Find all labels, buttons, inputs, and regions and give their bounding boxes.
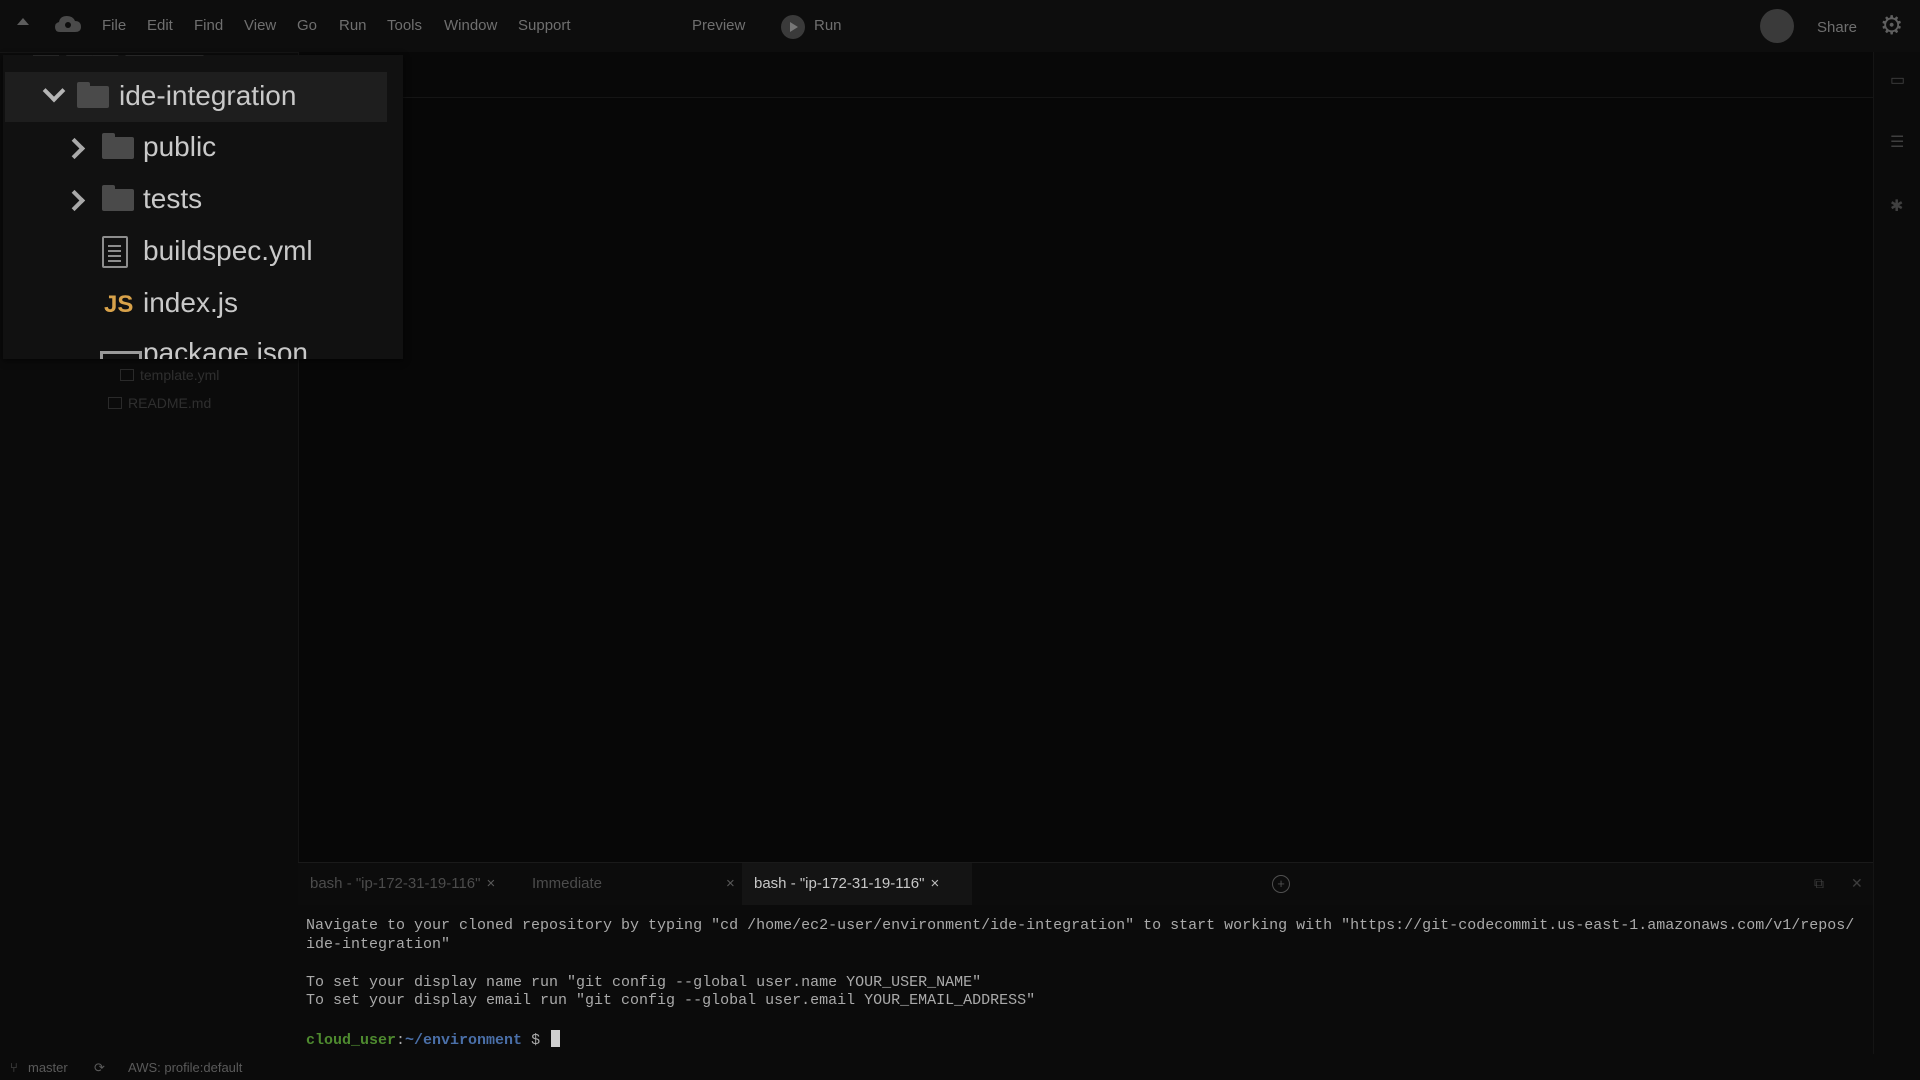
tree-file-index-js[interactable]: JS index.js	[3, 279, 403, 329]
close-icon[interactable]: ×	[726, 863, 735, 905]
editor-tab-bar	[299, 52, 1874, 98]
share-button[interactable]: Share	[1817, 19, 1857, 36]
menu-bar: File Edit Find View Go Run Tools Window …	[0, 0, 1920, 53]
document-icon	[102, 236, 128, 268]
chevron-right-icon[interactable]	[63, 137, 86, 160]
tree-item-readme-md[interactable]: README.md	[108, 395, 211, 411]
menu-window[interactable]: Window	[444, 17, 497, 34]
aws-profile-label[interactable]: AWS: profile:default	[128, 1060, 242, 1075]
gear-icon[interactable]: ⚙	[1880, 12, 1903, 38]
terminal-line: To set your display name run "git config…	[306, 974, 982, 991]
terminal-prompt[interactable]: cloud_user:~/environment $	[306, 1030, 561, 1049]
menu-support[interactable]: Support	[518, 17, 571, 34]
chevron-down-icon[interactable]	[42, 79, 66, 103]
git-branch-icon: ⑂	[10, 1060, 18, 1075]
status-bar: ⑂ master ⟳ AWS: profile:default	[0, 1054, 1920, 1080]
tree-file-label: index.js	[143, 287, 238, 318]
preview-button[interactable]: Preview	[692, 17, 745, 34]
cloud9-logo-icon[interactable]	[54, 14, 82, 36]
tree-file-label: package.json	[143, 337, 309, 359]
prompt-user: cloud_user	[306, 1032, 397, 1049]
terminal-tab-bash-active[interactable]: bash - "ip-172-31-19-116" ×	[742, 863, 972, 905]
maximize-panel-icon[interactable]: ⧉	[1814, 875, 1824, 892]
add-terminal-icon[interactable]: +	[1272, 875, 1290, 893]
folder-icon	[102, 185, 134, 211]
menu-file[interactable]: File	[102, 17, 126, 34]
debugger-icon[interactable]: ✱	[1890, 196, 1903, 216]
outline-icon[interactable]: ☰	[1890, 132, 1904, 152]
collapse-menu-icon[interactable]	[17, 18, 29, 25]
folder-icon	[77, 82, 109, 108]
menu-view[interactable]: View	[244, 17, 276, 34]
tree-file-label: buildspec.yml	[143, 235, 313, 266]
sync-icon[interactable]: ⟳	[94, 1060, 105, 1076]
avatar[interactable]	[1760, 9, 1794, 43]
menu-edit[interactable]: Edit	[147, 17, 173, 34]
prompt-separator: :	[396, 1032, 406, 1049]
terminal-line: To set your display email run "git confi…	[306, 992, 1036, 1009]
prompt-path: ~/environment	[405, 1032, 523, 1049]
menu-go[interactable]: Go	[297, 17, 317, 34]
tree-file-package-json[interactable]: package.json	[3, 329, 403, 359]
file-tree-zoom-panel: — —— ——— ide-integration public tests bu…	[3, 55, 403, 359]
menu-find[interactable]: Find	[194, 17, 223, 34]
clipped-tree-row: — —— ———	[33, 55, 203, 68]
close-icon[interactable]: ×	[486, 875, 495, 892]
menu-run[interactable]: Run	[339, 17, 367, 34]
run-button[interactable]: Run	[814, 17, 842, 34]
javascript-icon: JS	[104, 291, 134, 318]
terminal-cursor	[551, 1030, 561, 1047]
tree-folder-label: public	[143, 131, 217, 162]
markdown-icon	[108, 397, 122, 409]
folder-icon	[102, 133, 134, 159]
terminal-tab-immediate[interactable]: Immediate ×	[532, 863, 735, 905]
right-sidebar: ▭ ☰ ✱	[1873, 52, 1920, 1054]
tree-folder-label: tests	[143, 183, 203, 214]
tree-folder-public[interactable]: public	[3, 123, 403, 173]
terminal-line: Navigate to your cloned repository by ty…	[306, 917, 1855, 934]
chevron-right-icon[interactable]	[63, 189, 86, 212]
close-icon[interactable]: ×	[930, 875, 939, 892]
prompt-symbol: $	[522, 1032, 550, 1049]
terminal-output[interactable]: Navigate to your cloned repository by ty…	[298, 905, 1873, 1051]
document-icon	[120, 369, 134, 381]
collaborate-icon[interactable]: ▭	[1890, 70, 1905, 90]
tree-folder-tests[interactable]: tests	[3, 175, 403, 225]
terminal-tab-bar: bash - "ip-172-31-19-116" × Immediate × ba…	[298, 862, 1873, 906]
editor-area[interactable]	[298, 52, 1874, 862]
run-play-icon[interactable]	[781, 15, 805, 39]
tree-item-template-yml[interactable]: template.yml	[120, 367, 219, 383]
terminal-line: ide-integration"	[306, 936, 451, 953]
tree-folder-ide-integration[interactable]: ide-integration	[5, 72, 387, 122]
tree-file-buildspec[interactable]: buildspec.yml	[3, 227, 403, 277]
package-icon	[100, 351, 142, 359]
menu-tools[interactable]: Tools	[387, 17, 422, 34]
close-panel-icon[interactable]: ✕	[1851, 875, 1863, 892]
git-branch-label[interactable]: master	[28, 1060, 68, 1075]
terminal-tab-bash-1[interactable]: bash - "ip-172-31-19-116" ×	[310, 863, 520, 905]
tree-folder-label: ide-integration	[119, 80, 297, 111]
